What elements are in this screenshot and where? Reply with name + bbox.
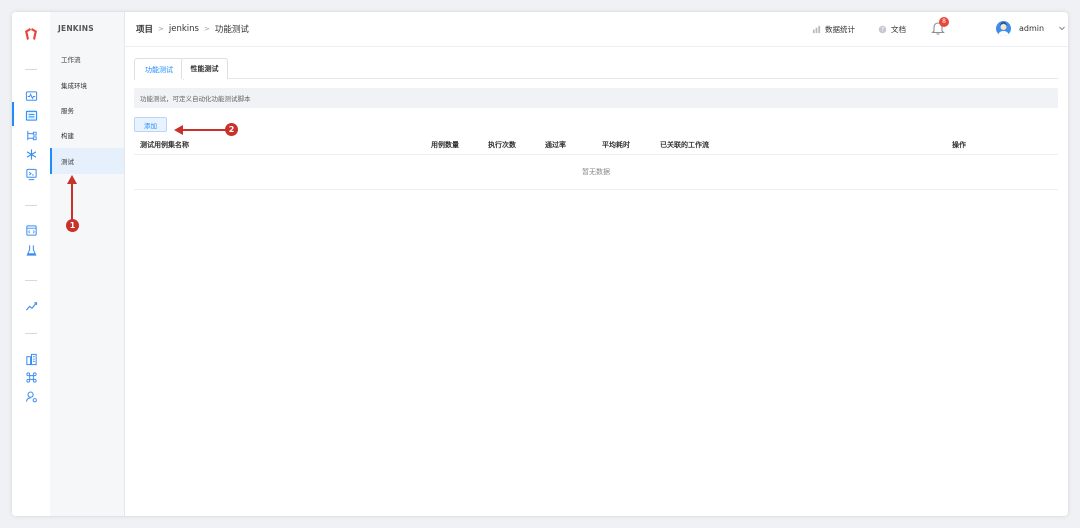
sidebar-title: JENKINS xyxy=(58,24,94,33)
column-header: 用例数量 xyxy=(431,141,459,149)
code-window-icon[interactable] xyxy=(24,223,38,237)
stats-label: 数据统计 xyxy=(825,25,855,34)
help-icon: ? xyxy=(878,25,887,34)
sidebar-item-environment[interactable]: 集成环境 xyxy=(50,72,124,98)
svg-text:?: ? xyxy=(881,28,884,34)
sidebar-item-build[interactable]: 构建 xyxy=(50,122,124,148)
sidebar-item-test[interactable]: 测试 xyxy=(50,148,124,174)
bar-chart-icon xyxy=(812,25,821,34)
description-banner: 功能测试，可定义自动化功能测试脚本 xyxy=(134,88,1058,108)
monitor-icon[interactable] xyxy=(24,89,38,103)
tab-functional-test[interactable]: 功能测试 xyxy=(134,58,184,80)
rail-divider xyxy=(25,280,37,281)
sidebar-item-label: 构建 xyxy=(61,132,74,140)
breadcrumb: 项目 > jenkins > 功能测试 xyxy=(136,23,249,35)
main-content: 功能测试 性能测试 功能测试，可定义自动化功能测试脚本 添加 测试用例集名称 用… xyxy=(134,56,1058,506)
breadcrumb-separator: > xyxy=(158,25,164,33)
tab-bar: 功能测试 性能测试 xyxy=(134,56,1058,80)
breadcrumb-separator: > xyxy=(203,25,210,33)
icon-rail xyxy=(12,12,51,516)
sidebar-item-services[interactable]: 服务 xyxy=(50,97,124,123)
command-icon[interactable] xyxy=(24,370,38,384)
rail-divider xyxy=(25,333,37,334)
sidebar-item-label: 测试 xyxy=(61,158,74,166)
docs-link[interactable]: ? 文档 xyxy=(878,24,906,35)
analytics-icon[interactable] xyxy=(24,298,38,312)
annotation-marker: 1 xyxy=(66,219,79,232)
secondary-sidebar: JENKINS 工作流 集成环境 服务 构建 测试 xyxy=(50,12,125,516)
column-header: 操作 xyxy=(952,141,966,149)
breadcrumb-current: 功能测试 xyxy=(214,25,249,35)
rail-divider xyxy=(25,205,37,206)
logo-icon[interactable] xyxy=(23,26,39,42)
folder-icon[interactable] xyxy=(24,108,38,122)
column-header: 通过率 xyxy=(545,141,566,149)
building-icon[interactable] xyxy=(24,352,38,366)
snowflake-icon[interactable] xyxy=(24,147,38,161)
flask-icon[interactable] xyxy=(24,243,38,257)
column-header: 执行次数 xyxy=(488,141,516,149)
notification-badge: 8 xyxy=(939,17,949,27)
column-header: 已关联的工作流 xyxy=(660,141,709,149)
annotation-marker: 2 xyxy=(225,123,238,136)
column-header: 测试用例集名称 xyxy=(140,141,189,149)
column-header: 平均耗时 xyxy=(602,141,630,149)
top-bar: 项目 > jenkins > 功能测试 数据统计 ? 文档 8 admin xyxy=(124,12,1068,47)
table-header: 测试用例集名称 用例数量 执行次数 通过率 平均耗时 已关联的工作流 操作 xyxy=(134,134,1058,155)
user-settings-icon[interactable] xyxy=(24,389,38,403)
sidebar-item-label: 集成环境 xyxy=(61,82,87,90)
breadcrumb-project[interactable]: 项目 xyxy=(136,23,153,35)
chevron-down-icon[interactable] xyxy=(1058,24,1066,32)
sidebar-item-label: 服务 xyxy=(61,107,74,115)
app-window: JENKINS 工作流 集成环境 服务 构建 测试 项目 > jenkins >… xyxy=(12,12,1068,516)
sidebar-item-workflow[interactable]: 工作流 xyxy=(50,46,124,72)
tree-icon[interactable] xyxy=(24,128,38,142)
avatar[interactable] xyxy=(996,21,1011,36)
screen-icon[interactable] xyxy=(24,167,38,181)
username[interactable]: admin xyxy=(1019,24,1044,33)
tab-performance-test[interactable]: 性能测试 xyxy=(181,58,228,79)
sidebar-item-label: 工作流 xyxy=(61,56,81,64)
empty-state-text: 暂无数据 xyxy=(582,167,610,176)
breadcrumb-jenkins[interactable]: jenkins xyxy=(169,24,199,34)
annotation-arrow-left xyxy=(174,125,228,135)
rail-active-indicator xyxy=(12,102,14,126)
rail-divider xyxy=(25,69,37,70)
table-empty-row: 暂无数据 xyxy=(134,154,1058,190)
docs-label: 文档 xyxy=(891,25,906,34)
add-button[interactable]: 添加 xyxy=(134,117,167,132)
stats-link[interactable]: 数据统计 xyxy=(812,24,855,35)
